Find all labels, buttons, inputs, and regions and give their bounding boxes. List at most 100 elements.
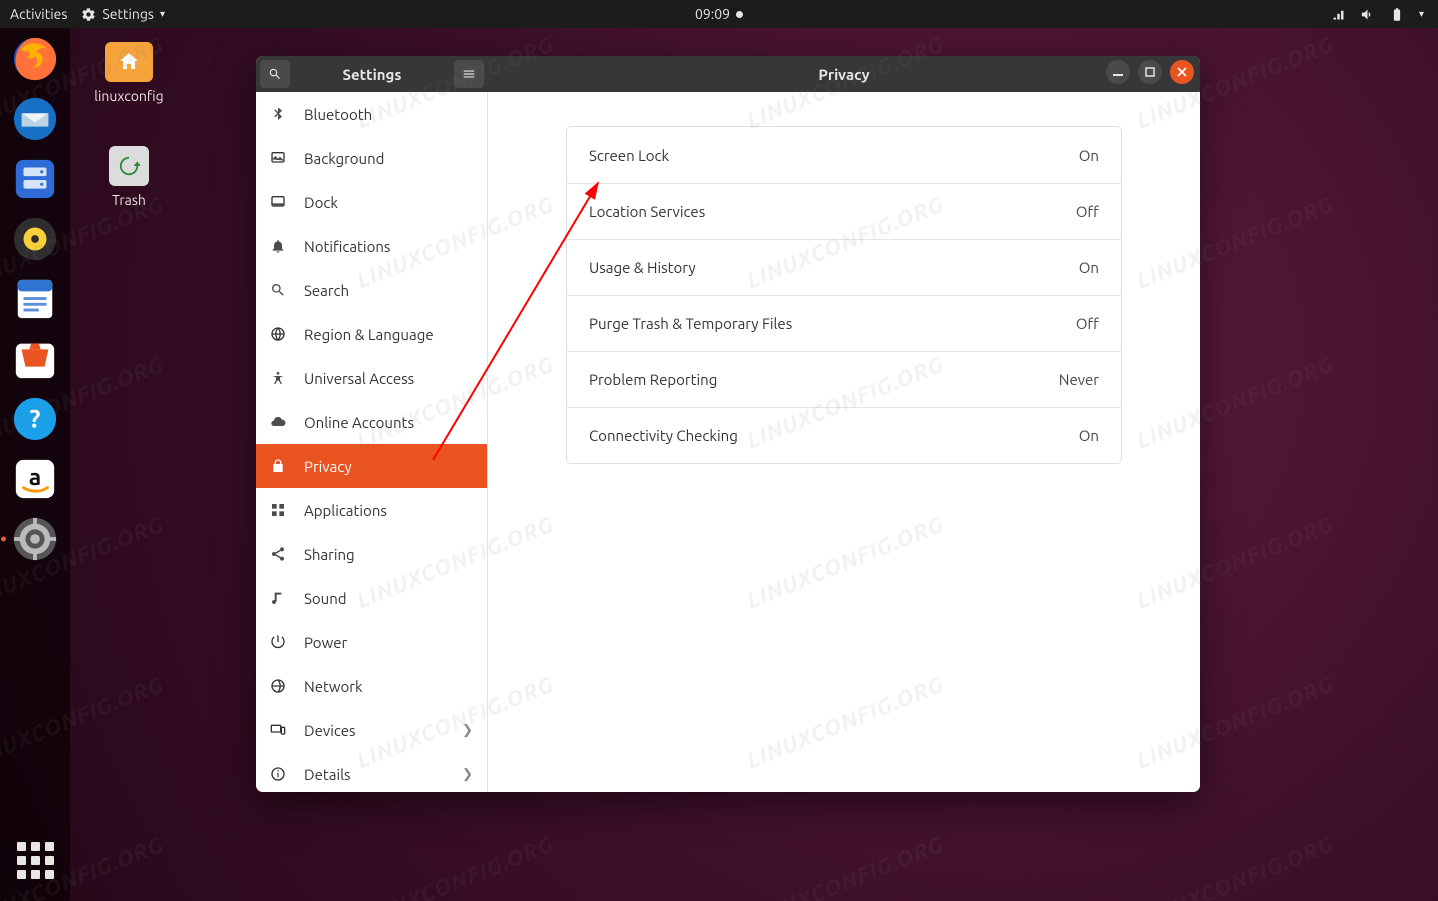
chevron-down-icon: ▾ [160, 8, 165, 20]
sidebar-item-privacy[interactable]: Privacy [256, 444, 487, 488]
sidebar-item-universal-access[interactable]: Universal Access [256, 356, 487, 400]
desktop-icon-home[interactable]: linuxconfig [84, 42, 174, 104]
sidebar-item-label: Network [304, 678, 363, 695]
search-icon [270, 282, 288, 298]
sidebar-item-label: Online Accounts [304, 414, 414, 431]
watermark: LINUXCONFIG.ORG [743, 831, 947, 901]
sidebar-item-background[interactable]: Background [256, 136, 487, 180]
devices-icon [270, 722, 288, 738]
cloud-icon [270, 414, 288, 430]
privacy-row-purge-trash[interactable]: Purge Trash & Temporary Files Off [567, 295, 1121, 351]
desktop-icon-label: Trash [84, 192, 174, 208]
network-icon[interactable] [1331, 7, 1346, 22]
watermark: LINUXCONFIG.ORG [1133, 831, 1337, 901]
sidebar-item-label: Devices [304, 722, 356, 739]
sidebar-item-bluetooth[interactable]: Bluetooth [256, 92, 487, 136]
chevron-right-icon: ❯ [462, 767, 473, 782]
chevron-right-icon: ❯ [462, 723, 473, 738]
dock-item-help[interactable]: ? [12, 396, 58, 442]
app-grid-icon [17, 842, 54, 879]
sidebar-item-region[interactable]: Region & Language [256, 312, 487, 356]
accessibility-icon [270, 370, 288, 386]
sidebar-item-dock[interactable]: Dock [256, 180, 487, 224]
privacy-row-screen-lock[interactable]: Screen Lock On [567, 127, 1121, 183]
maximize-button[interactable] [1138, 60, 1162, 84]
privacy-list: Screen Lock On Location Services Off Usa… [566, 126, 1122, 464]
share-icon [270, 546, 288, 562]
background-icon [270, 150, 288, 166]
sidebar-item-label: Universal Access [304, 370, 414, 387]
dock-item-rhythmbox[interactable] [12, 216, 58, 262]
privacy-row-value: Never [1059, 371, 1099, 388]
activities-button[interactable]: Activities [10, 6, 67, 22]
sidebar-item-label: Region & Language [304, 326, 434, 343]
sidebar-item-online-accounts[interactable]: Online Accounts [256, 400, 487, 444]
sidebar-item-sound[interactable]: Sound [256, 576, 487, 620]
close-button[interactable] [1170, 60, 1194, 84]
privacy-row-value: On [1079, 147, 1099, 164]
sidebar-item-label: Details [304, 766, 351, 783]
sidebar-item-sharing[interactable]: Sharing [256, 532, 487, 576]
privacy-panel: Screen Lock On Location Services Off Usa… [488, 92, 1200, 792]
sidebar-item-details[interactable]: Details ❯ [256, 752, 487, 792]
dock-item-writer[interactable] [12, 276, 58, 322]
page-title: Privacy [818, 66, 869, 83]
privacy-row-value: Off [1076, 315, 1099, 332]
dock-item-software[interactable] [12, 336, 58, 382]
app-menu-label: Settings [102, 6, 154, 22]
privacy-row-label: Location Services [589, 203, 705, 220]
privacy-row-usage-history[interactable]: Usage & History On [567, 239, 1121, 295]
desktop-icon-label: linuxconfig [84, 88, 174, 104]
panel-clock[interactable]: 09:09 [695, 6, 743, 22]
headerbar-right: Privacy [488, 56, 1200, 92]
hamburger-icon [462, 67, 476, 81]
sidebar-item-notifications[interactable]: Notifications [256, 224, 487, 268]
privacy-row-location-services[interactable]: Location Services Off [567, 183, 1121, 239]
sidebar-item-label: Bluetooth [304, 106, 372, 123]
chevron-down-icon[interactable]: ▾ [1419, 8, 1424, 20]
battery-icon[interactable] [1389, 7, 1405, 22]
sidebar-item-applications[interactable]: Applications [256, 488, 487, 532]
sidebar-item-search[interactable]: Search [256, 268, 487, 312]
watermark: LINUXCONFIG.ORG [353, 831, 557, 901]
hamburger-menu-button[interactable] [454, 60, 484, 88]
privacy-row-value: Off [1076, 203, 1099, 220]
info-icon [270, 766, 288, 782]
sidebar-item-devices[interactable]: Devices ❯ [256, 708, 487, 752]
search-button[interactable] [260, 60, 290, 88]
volume-icon[interactable] [1360, 7, 1375, 22]
sidebar-item-power[interactable]: Power [256, 620, 487, 664]
globe-icon [270, 678, 288, 694]
clock-label: 09:09 [695, 6, 730, 22]
power-icon [270, 634, 288, 650]
minimize-icon [1113, 67, 1123, 77]
sidebar-item-label: Applications [304, 502, 387, 519]
sidebar-item-network[interactable]: Network [256, 664, 487, 708]
show-applications[interactable] [17, 842, 54, 879]
app-menu[interactable]: Settings ▾ [81, 6, 165, 22]
privacy-row-label: Screen Lock [589, 147, 669, 164]
minimize-button[interactable] [1106, 60, 1130, 84]
privacy-row-connectivity-checking[interactable]: Connectivity Checking On [567, 407, 1121, 463]
sidebar-item-label: Privacy [304, 458, 352, 475]
search-icon [268, 67, 282, 81]
music-note-icon [270, 590, 288, 606]
apps-icon [270, 502, 288, 518]
sidebar-item-label: Power [304, 634, 347, 651]
privacy-row-label: Purge Trash & Temporary Files [589, 315, 792, 332]
privacy-row-label: Connectivity Checking [589, 427, 738, 444]
dock-item-settings[interactable] [12, 516, 58, 562]
sidebar-item-label: Background [304, 150, 384, 167]
dock-item-files[interactable] [12, 156, 58, 202]
desktop-icon-trash[interactable]: Trash [84, 146, 174, 208]
sidebar-item-label: Search [304, 282, 349, 299]
dock-item-amazon[interactable]: a [12, 456, 58, 502]
privacy-row-problem-reporting[interactable]: Problem Reporting Never [567, 351, 1121, 407]
gear-icon [81, 7, 96, 22]
dock-item-firefox[interactable] [12, 36, 58, 82]
sidebar-item-label: Sharing [304, 546, 355, 563]
notification-dot-icon [736, 11, 743, 18]
sidebar-title: Settings [343, 66, 402, 83]
dock-item-thunderbird[interactable] [12, 96, 58, 142]
sidebar-item-label: Notifications [304, 238, 390, 255]
